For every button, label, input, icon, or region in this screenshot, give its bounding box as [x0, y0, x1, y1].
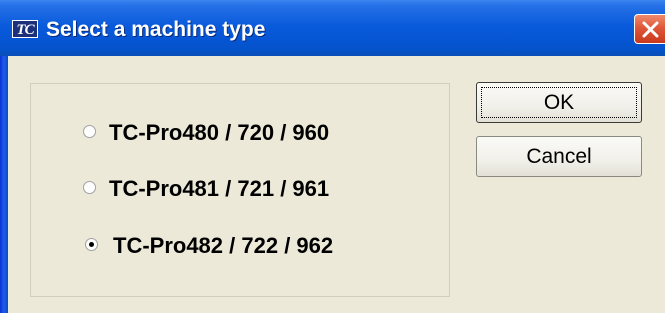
option-tc-pro481[interactable]: TC-Pro481 / 721 / 961 [31, 169, 451, 209]
radio-button[interactable] [85, 238, 98, 251]
option-tc-pro480[interactable]: TC-Pro480 / 720 / 960 [31, 113, 451, 153]
close-icon [642, 21, 659, 38]
option-label[interactable]: TC-Pro481 / 721 / 961 [109, 169, 329, 209]
machine-type-group: TC-Pro480 / 720 / 960 TC-Pro481 / 721 / … [30, 83, 450, 297]
option-label[interactable]: TC-Pro480 / 720 / 960 [109, 113, 329, 153]
radio-dot [89, 242, 94, 247]
dialog-title: Select a machine type [46, 18, 266, 41]
dialog-window: TC Select a machine type TC-Pro480 / 720… [0, 0, 665, 313]
ok-button[interactable]: OK [476, 82, 642, 123]
close-button[interactable] [634, 14, 665, 44]
option-tc-pro482[interactable]: TC-Pro482 / 722 / 962 [31, 226, 451, 266]
radio-button[interactable] [83, 125, 96, 138]
cancel-button[interactable]: Cancel [476, 136, 642, 177]
cancel-label: Cancel [526, 145, 592, 168]
dialog-body: TC-Pro480 / 720 / 960 TC-Pro481 / 721 / … [8, 56, 665, 313]
app-icon: TC [12, 20, 38, 38]
ok-label: OK [543, 91, 575, 114]
title-bar[interactable]: TC Select a machine type [0, 0, 665, 56]
option-label[interactable]: TC-Pro482 / 722 / 962 [113, 226, 333, 266]
radio-button[interactable] [83, 181, 96, 194]
window-border [0, 56, 8, 313]
